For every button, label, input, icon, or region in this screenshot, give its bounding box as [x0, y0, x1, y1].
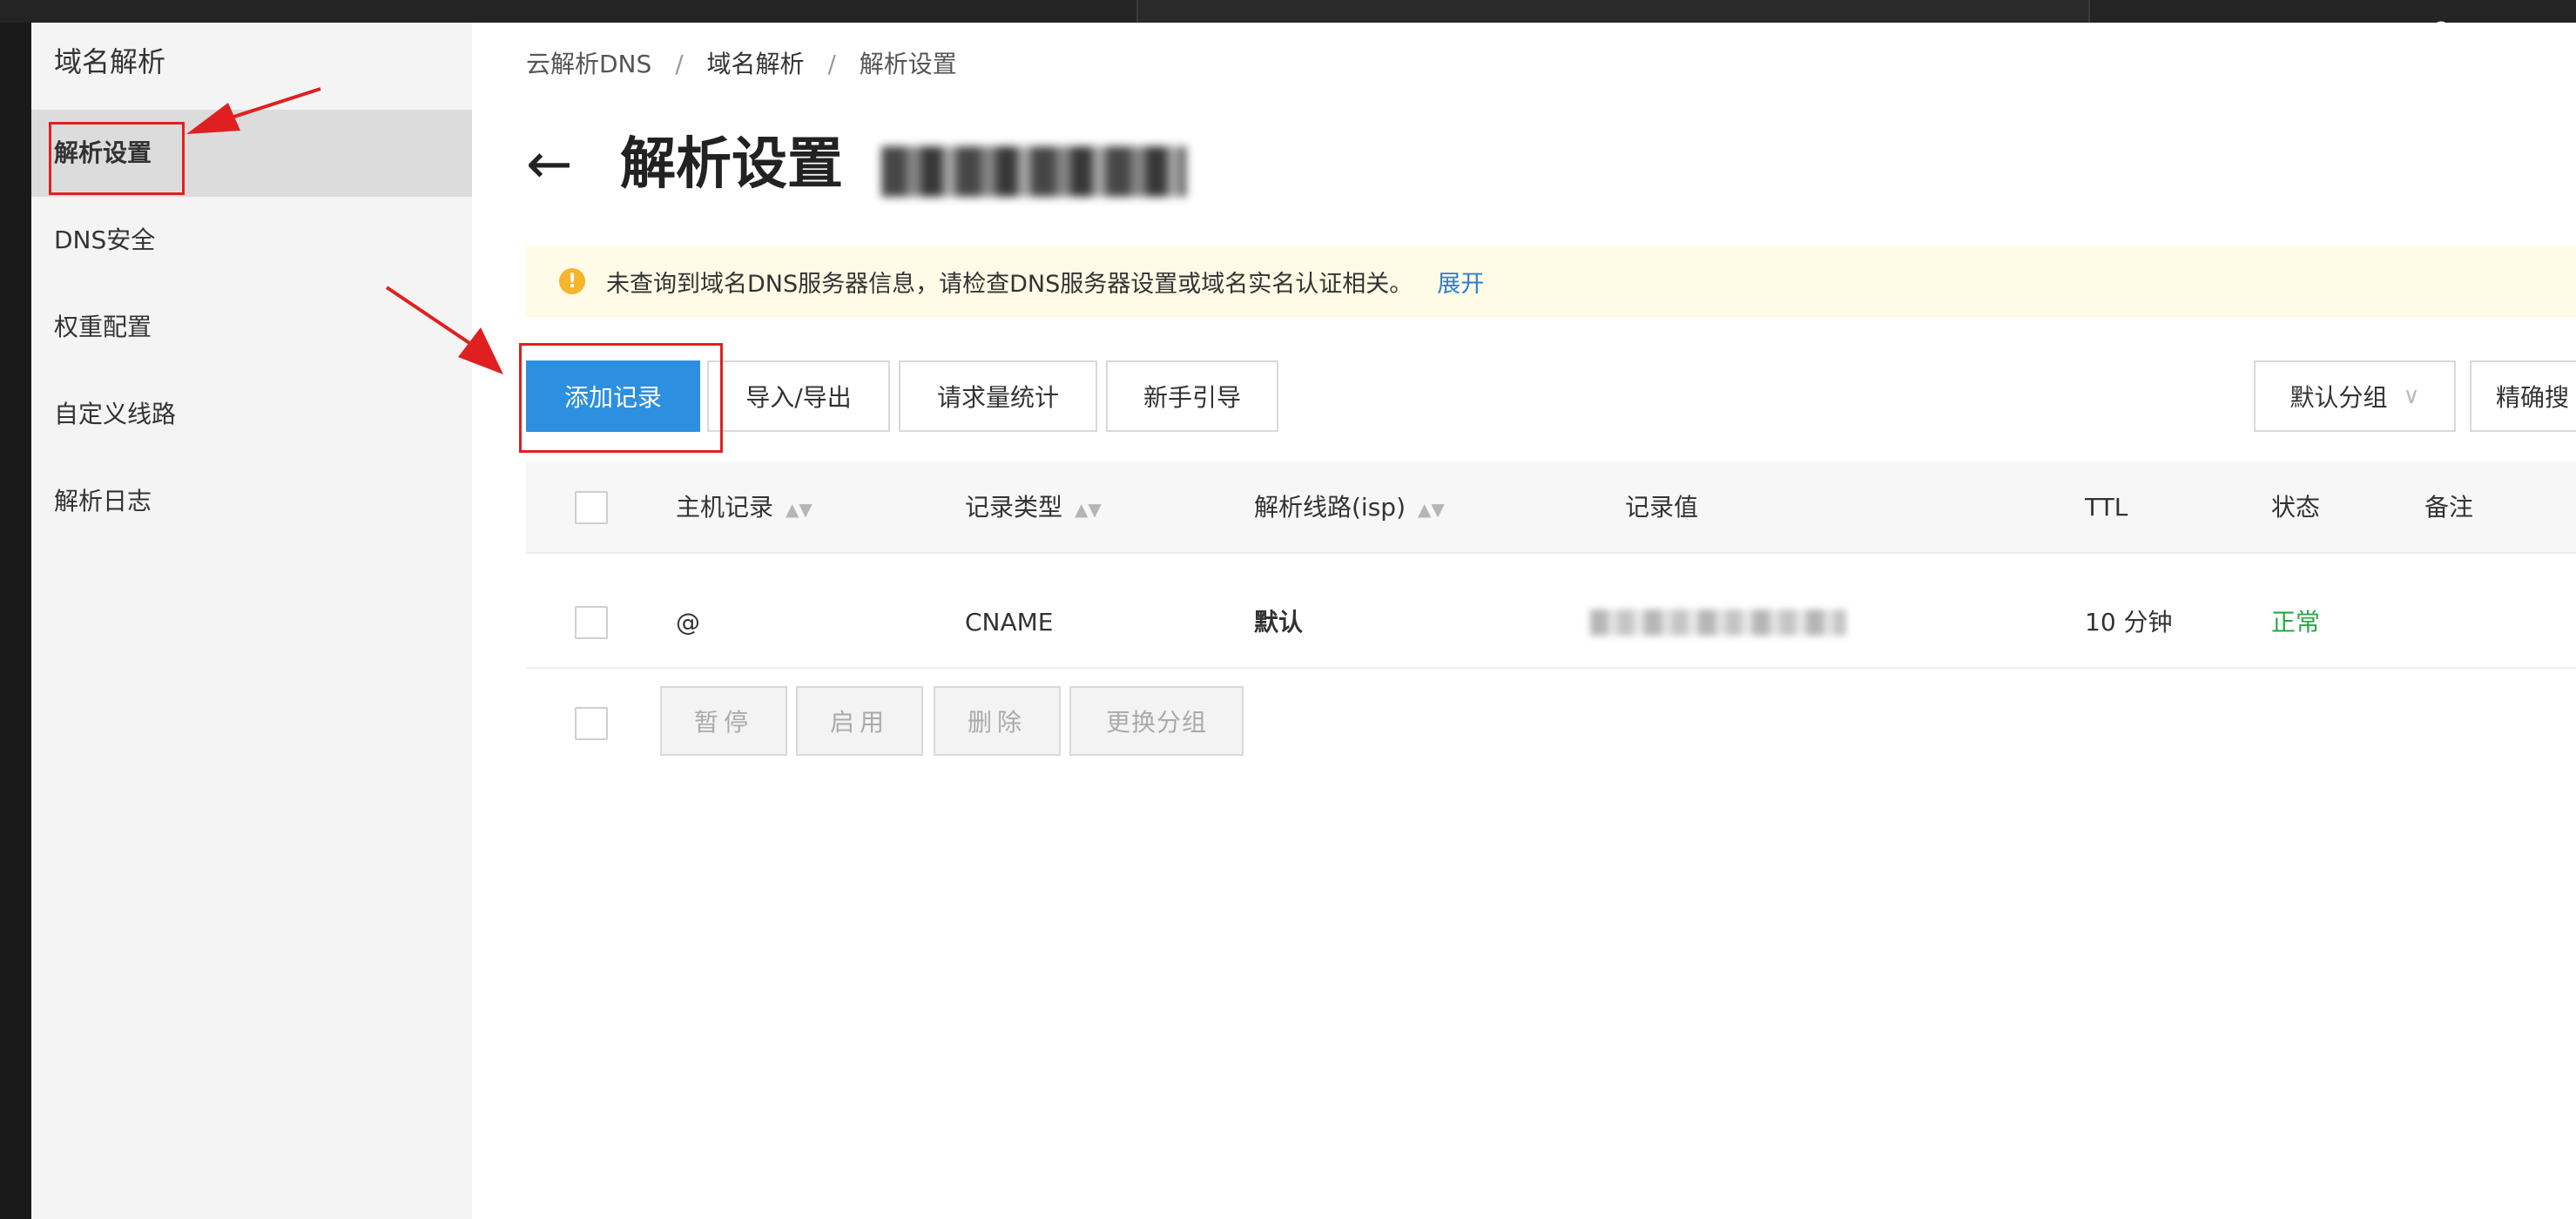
row-checkbox[interactable] — [575, 606, 608, 639]
column-header-label: 主机记录 — [676, 493, 774, 522]
table-row: @ CNAME 默认 10 分钟 正常 — [526, 576, 2576, 669]
sidebar-title: 域名解析 — [54, 45, 166, 78]
breadcrumb-item-current: 解析设置 — [859, 50, 957, 78]
delete-button[interactable]: 删除 — [934, 686, 1061, 756]
sort-icon[interactable]: ▲▼ — [1075, 499, 1102, 520]
change-group-button[interactable]: 更换分组 — [1069, 686, 1244, 756]
breadcrumb-separator: / — [675, 50, 684, 78]
column-header-ttl: TTL — [2085, 493, 2128, 522]
breadcrumb: 云解析DNS / 域名解析 / 解析设置 — [526, 45, 973, 80]
cell-host: @ — [676, 608, 700, 636]
column-header-value: 记录值 — [1625, 493, 1699, 522]
cell-line: 默认 — [1254, 608, 1304, 636]
enable-button[interactable]: 启用 — [796, 686, 923, 756]
annotation-box-add-record — [519, 343, 723, 453]
guide-button[interactable]: 新手引导 — [1106, 360, 1278, 432]
background-window — [1136, 0, 2090, 23]
main-content: 云解析DNS / 域名解析 / 解析设置 ← 解析设置 ! 未查询到域名DNS服… — [472, 23, 2576, 1219]
back-arrow-icon[interactable]: ← — [526, 134, 573, 195]
sidebar-item-custom-line[interactable]: 自定义线路 — [31, 371, 472, 458]
column-header-type[interactable]: 记录类型 ▲▼ — [965, 461, 1102, 554]
column-header-label: 记录类型 — [965, 493, 1063, 522]
pause-button[interactable]: 暂停 — [660, 686, 787, 756]
viewer-topbar — [0, 0, 2576, 23]
warning-icon: ! — [559, 268, 585, 294]
group-select-value: 默认分组 — [2289, 383, 2388, 412]
group-select[interactable]: 默认分组 ∨ — [2254, 360, 2456, 432]
sidebar-item-weight-config[interactable]: 权重配置 — [31, 284, 472, 371]
cell-type: CNAME — [965, 608, 1054, 636]
redacted-domain — [881, 146, 1186, 197]
sidebar-item-dns-security[interactable]: DNS安全 — [31, 197, 472, 284]
breadcrumb-item-domain[interactable]: 域名解析 — [707, 50, 805, 78]
breadcrumb-item-cloud-dns[interactable]: 云解析DNS — [526, 50, 651, 78]
screenshot-frame: ⚲ ▷ 域名解析 解析设置 DNS安全 权重配置 自定义线路 解析日志 ‹ 云解… — [0, 0, 2576, 1219]
request-stats-button[interactable]: 请求量统计 — [899, 360, 1097, 432]
chevron-down-icon: ∨ — [2403, 383, 2420, 409]
sidebar: 域名解析 解析设置 DNS安全 权重配置 自定义线路 解析日志 — [31, 23, 472, 1219]
select-all-checkbox[interactable] — [575, 491, 608, 524]
annotation-box-sidebar — [49, 122, 185, 195]
records-table-header: 主机记录 ▲▼ 记录类型 ▲▼ 解析线路(isp) ▲▼ 记录值 TTL 状态 备注 — [526, 461, 2576, 554]
redacted-record-value — [1590, 610, 1846, 636]
batch-select-checkbox[interactable] — [575, 707, 608, 740]
column-header-host[interactable]: 主机记录 ▲▼ — [676, 461, 813, 554]
dns-warning-alert: ! 未查询到域名DNS服务器信息，请检查DNS服务器设置或域名实名认证相关。 展… — [526, 246, 2576, 317]
breadcrumb-separator: / — [827, 50, 836, 78]
alert-expand-link[interactable]: 展开 — [1437, 265, 1484, 299]
alert-message: 未查询到域名DNS服务器信息，请检查DNS服务器设置或域名实名认证相关。 — [606, 270, 1413, 298]
precise-search-button[interactable]: 精确搜 — [2470, 360, 2576, 432]
column-header-remark: 备注 — [2424, 493, 2474, 522]
sort-icon[interactable]: ▲▼ — [1418, 499, 1445, 520]
sidebar-item-dns-log[interactable]: 解析日志 — [31, 458, 472, 545]
cell-ttl: 10 分钟 — [2085, 608, 2173, 636]
import-export-button[interactable]: 导入/导出 — [707, 360, 890, 432]
sort-icon[interactable]: ▲▼ — [786, 499, 813, 520]
column-header-status: 状态 — [2271, 493, 2321, 522]
column-header-label: 解析线路(isp) — [1254, 493, 1406, 522]
column-header-line[interactable]: 解析线路(isp) ▲▼ — [1254, 461, 1445, 554]
cell-status: 正常 — [2271, 608, 2321, 636]
page-title: 解析设置 — [620, 132, 843, 197]
